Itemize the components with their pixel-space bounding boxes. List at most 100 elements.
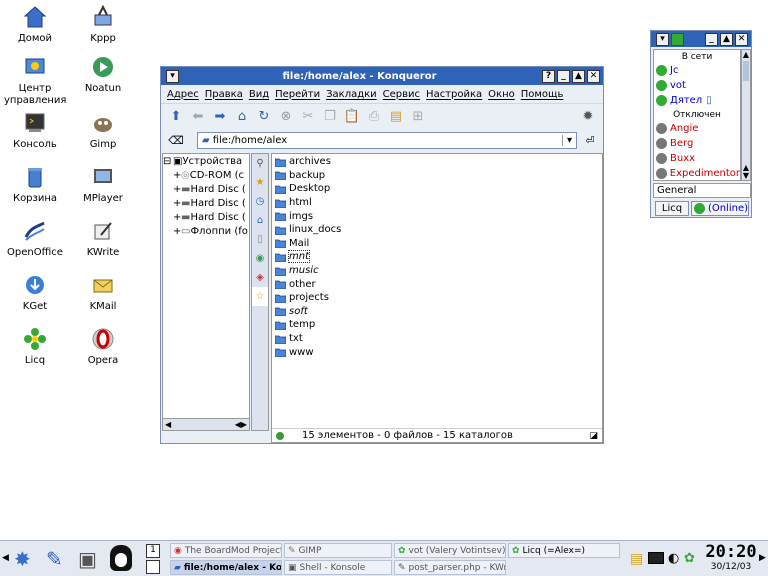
licq-flower-icon[interactable]: [671, 32, 684, 46]
kde-menu-icon[interactable]: ✸: [14, 547, 31, 571]
status-select[interactable]: (Online): [691, 201, 749, 216]
url-input[interactable]: ▰ file:/home/alex ▾: [197, 131, 577, 149]
contact-online[interactable]: vot: [654, 78, 740, 93]
menu-go[interactable]: Перейти: [275, 89, 320, 100]
task-konqueror[interactable]: ▰ file:/home/alex - Kon: [170, 560, 282, 575]
document-icon[interactable]: ▯: [252, 230, 268, 249]
task-licq[interactable]: ✿ Licq (=Alex=): [508, 543, 620, 558]
close-icon[interactable]: ✕: [735, 32, 748, 46]
url-dropdown-icon[interactable]: ▾: [562, 134, 576, 146]
tree-item[interactable]: + ▬ Hard Disc (: [163, 182, 249, 196]
network-icon[interactable]: ◉: [252, 249, 268, 268]
file-item[interactable]: archives: [272, 155, 602, 169]
contact-offline[interactable]: Expedimentor: [654, 166, 740, 180]
konqueror-titlebar[interactable]: ▾ file:/home/alex - Konqueror ? _ ▲ ✕: [161, 67, 603, 85]
contact-scrollbar[interactable]: ▲ ▲ ▼: [741, 49, 751, 181]
file-item[interactable]: mnt: [272, 250, 602, 264]
tree-item[interactable]: + ◎ CD-ROM (c: [163, 168, 249, 182]
clipboard-icon[interactable]: ▤: [630, 551, 643, 567]
home-nav-icon[interactable]: ⌂: [233, 108, 251, 126]
terminal-launch-icon[interactable]: ▣: [78, 547, 97, 571]
licq-tray-icon[interactable]: ✿: [684, 551, 695, 566]
print-icon[interactable]: ⎙: [365, 108, 383, 126]
minimize-icon[interactable]: _: [557, 69, 570, 83]
file-item[interactable]: html: [272, 196, 602, 210]
services-icon[interactable]: ◈: [252, 268, 268, 287]
menu-window[interactable]: Окно: [488, 89, 515, 100]
bookmarks-icon[interactable]: ★: [252, 173, 268, 192]
desktop-icon-kppp[interactable]: Kppp: [72, 4, 134, 45]
reload-icon[interactable]: ↻: [255, 108, 273, 126]
group-select[interactable]: General: [653, 183, 751, 198]
desktop-icon-trash[interactable]: Корзина: [4, 164, 66, 205]
desktop-icon-mplayer[interactable]: MPlayer: [72, 164, 134, 205]
history-icon[interactable]: ◷: [252, 192, 268, 211]
tree-item[interactable]: + ▭ Флоппи (fo: [163, 224, 249, 238]
menu-bookmarks[interactable]: Закладки: [326, 89, 377, 100]
menu-help[interactable]: Помощь: [521, 89, 564, 100]
contact-offline[interactable]: Angie: [654, 121, 740, 136]
gear-icon[interactable]: ✹: [579, 108, 597, 126]
konqueror-launch-icon[interactable]: ✎: [46, 547, 63, 571]
clock[interactable]: 20:20 30/12/03: [704, 543, 758, 575]
menu-settings[interactable]: Настройка: [426, 89, 482, 100]
task-kwrite[interactable]: ✎post_parser.php - KWrite: [394, 560, 506, 575]
file-item[interactable]: backup: [272, 169, 602, 183]
tree-hscrollbar[interactable]: ◀ ◀▶: [163, 418, 249, 430]
file-item[interactable]: temp: [272, 318, 602, 332]
menu-address[interactable]: Адрес: [167, 89, 199, 100]
file-item[interactable]: Desktop: [272, 182, 602, 196]
zoom-icon[interactable]: ⊞: [409, 108, 427, 126]
contact-offline[interactable]: Buxx: [654, 151, 740, 166]
file-item[interactable]: www: [272, 345, 602, 359]
favorites-icon[interactable]: ☆: [252, 287, 268, 306]
desktop-icon-opera[interactable]: Opera: [72, 326, 134, 367]
desktop-icon-gimp[interactable]: Gimp: [72, 110, 134, 151]
go-icon[interactable]: ⏎: [581, 131, 599, 149]
home-tab-icon[interactable]: ⌂: [252, 211, 268, 230]
tux-icon[interactable]: [110, 545, 132, 571]
desktop-icon-openoffice[interactable]: OpenOffice: [4, 218, 66, 259]
licq-button[interactable]: Licq: [655, 201, 689, 216]
battery-icon[interactable]: [648, 552, 664, 564]
help-icon[interactable]: ?: [542, 69, 555, 83]
desktop-pager-1[interactable]: 1: [146, 544, 160, 558]
desktop-icon-kget[interactable]: KGet: [4, 272, 66, 313]
contact-offline[interactable]: Berg: [654, 136, 740, 151]
desktop-pager-2[interactable]: [146, 560, 160, 574]
task-gimp[interactable]: ✎ GIMP: [284, 543, 392, 558]
cut-icon[interactable]: ✂: [299, 108, 317, 126]
close-icon[interactable]: ✕: [587, 69, 600, 83]
minimize-icon[interactable]: _: [705, 32, 718, 46]
licq-titlebar[interactable]: ▾ _ ▲ ✕: [651, 31, 751, 47]
tree-item[interactable]: + ▬ Hard Disc (: [163, 196, 249, 210]
taskbar-right-arrow-icon[interactable]: ▶: [759, 553, 766, 563]
desktop-icon-kmail[interactable]: KMail: [72, 272, 134, 313]
file-item[interactable]: soft: [272, 305, 602, 319]
file-item[interactable]: music: [272, 264, 602, 278]
volume-icon[interactable]: ◐: [668, 551, 679, 566]
file-item[interactable]: imgs: [272, 209, 602, 223]
copy-icon[interactable]: ❐: [321, 108, 339, 126]
back-icon[interactable]: ⬅: [189, 108, 207, 126]
file-item[interactable]: Mail: [272, 237, 602, 251]
desktop-icon-licq[interactable]: Licq: [4, 326, 66, 367]
task-konsole[interactable]: ▣ Shell - Konsole: [284, 560, 392, 575]
contact-online[interactable]: Дятел ▯: [654, 93, 740, 108]
desktop-icon-control-center[interactable]: Центр управления: [4, 54, 66, 107]
paste-icon[interactable]: 📋: [343, 108, 361, 126]
window-menu-icon[interactable]: ▾: [166, 69, 179, 83]
clear-location-icon[interactable]: ⌫: [167, 131, 185, 149]
maximize-icon[interactable]: ▲: [572, 69, 585, 83]
menu-view[interactable]: Вид: [249, 89, 269, 100]
forward-icon[interactable]: ➡: [211, 108, 229, 126]
folder-view-icon[interactable]: ▤: [387, 108, 405, 126]
tree-item[interactable]: + ▬ Hard Disc (: [163, 210, 249, 224]
up-icon[interactable]: ⬆: [167, 108, 185, 126]
desktop-icon-console[interactable]: Консоль: [4, 110, 66, 151]
file-item[interactable]: txt: [272, 332, 602, 346]
menu-edit[interactable]: Правка: [205, 89, 243, 100]
task-boardmod[interactable]: ◉ The BoardMod Project -: [170, 543, 282, 558]
task-vot[interactable]: ✿ vot (Valery Votintsev): [394, 543, 506, 558]
desktop-icon-home[interactable]: Домой: [4, 4, 66, 45]
